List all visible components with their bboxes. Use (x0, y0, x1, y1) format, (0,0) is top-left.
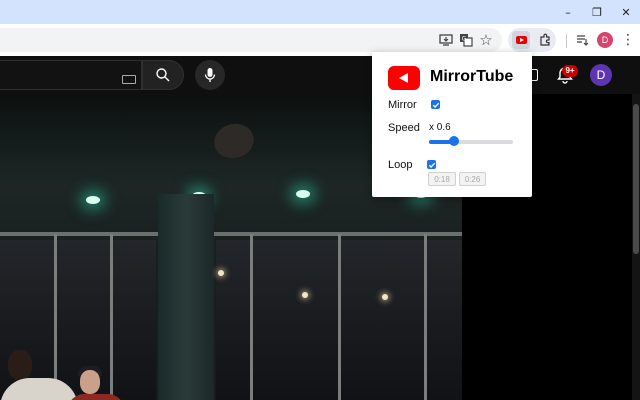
video-frame-window-frame (424, 234, 427, 400)
voice-search-button[interactable] (195, 60, 225, 90)
bookmark-star-icon[interactable]: ☆ (477, 31, 495, 49)
search-icon (156, 68, 170, 82)
microphone-icon (204, 68, 216, 82)
mirror-label: Mirror (388, 99, 417, 111)
browser-toolbar: G ☆ D ⋮ (0, 24, 640, 56)
mirrortube-extension-icon[interactable] (512, 31, 530, 49)
speed-value: x 0.6 (429, 122, 451, 133)
svg-text:G: G (462, 35, 467, 42)
loop-checkbox[interactable] (427, 160, 436, 169)
video-frame-dancer (8, 350, 32, 380)
video-frame-window-frame (54, 234, 57, 400)
speed-slider-thumb[interactable] (449, 136, 460, 146)
video-frame-city-light (218, 270, 224, 276)
video-frame-window-frame (338, 234, 341, 400)
extension-pin-group (508, 28, 556, 52)
install-app-icon[interactable] (437, 31, 455, 49)
video-frame-window-frame (250, 234, 253, 400)
screen: – ❐ ✕ G ☆ D ⋮ 9+ D MirrorTube Mirror Spe… (0, 0, 640, 400)
maximize-button[interactable]: ❐ (583, 0, 611, 24)
chrome-menu-icon[interactable]: ⋮ (619, 31, 637, 49)
search-input[interactable] (0, 60, 142, 90)
video-frame-dancer (80, 370, 100, 394)
video-frame-pillar (158, 194, 214, 400)
minimize-button[interactable]: – (554, 0, 582, 24)
reading-list-icon[interactable] (573, 31, 591, 49)
extensions-puzzle-icon[interactable] (536, 31, 554, 49)
video-frame-light (296, 190, 310, 198)
mirrortube-logo-icon (388, 66, 420, 90)
toolbar-divider (566, 34, 567, 48)
youtube-account-avatar[interactable]: D (590, 64, 612, 86)
loop-label: Loop (388, 159, 413, 171)
notification-count-badge: 9+ (562, 65, 578, 77)
loop-start-button[interactable]: 0:18 (428, 172, 456, 186)
search-button[interactable] (142, 60, 184, 90)
popup-title: MirrorTube (430, 68, 514, 85)
speed-label: Speed (388, 122, 420, 134)
loop-end-button[interactable]: 0:26 (459, 172, 486, 186)
browser-title-bar: – ❐ ✕ (0, 0, 640, 24)
page-scrollbar-thumb[interactable] (633, 104, 639, 254)
youtube-header: 9+ (0, 56, 640, 94)
profile-avatar[interactable]: D (597, 32, 613, 48)
keyboard-icon[interactable] (122, 75, 136, 84)
video-frame-window-bar (0, 232, 462, 236)
close-window-button[interactable]: ✕ (612, 0, 640, 24)
video-frame-light (86, 196, 100, 204)
mirror-checkbox[interactable] (431, 100, 440, 109)
video-frame-city-light (382, 294, 388, 300)
address-bar[interactable] (0, 28, 502, 52)
translate-icon[interactable]: G (457, 31, 475, 49)
video-frame-city-light (302, 292, 308, 298)
mirrortube-popup: MirrorTube Mirror Speed x 0.6 Loop 0:18 … (372, 52, 532, 197)
video-frame-window-frame (110, 234, 113, 400)
